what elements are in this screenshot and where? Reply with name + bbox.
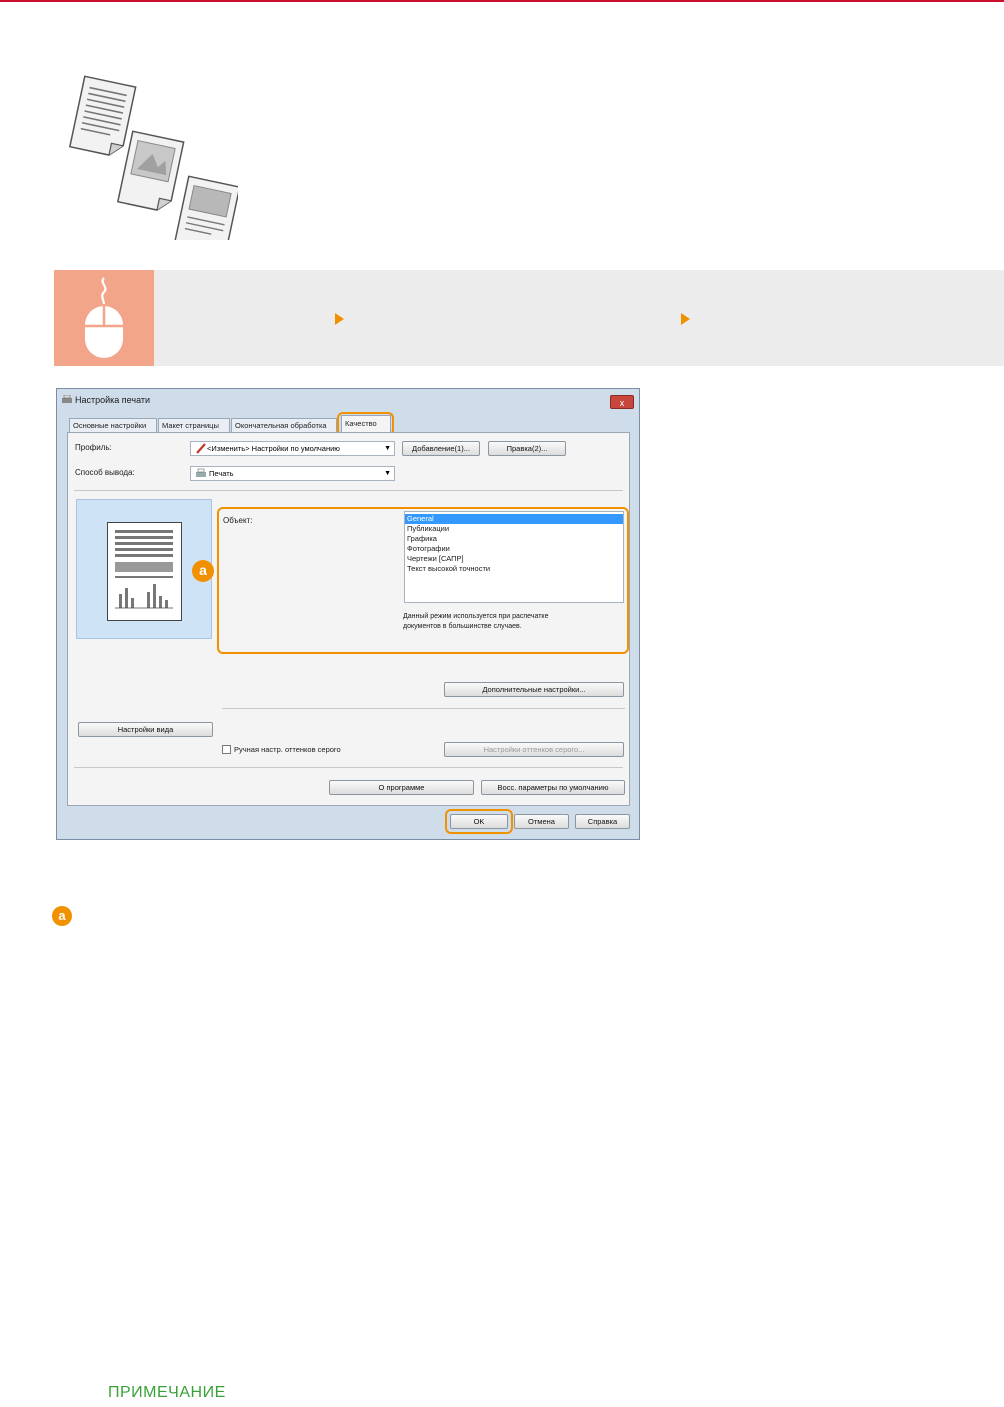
operation-bar xyxy=(54,270,1004,366)
dialog-title: Настройка печати xyxy=(75,395,151,405)
chevron-down-icon: ▼ xyxy=(384,445,391,452)
chevron-down-icon: ▼ xyxy=(384,470,391,477)
gray-settings-button[interactable]: Настройки оттенков серого... xyxy=(444,742,624,757)
list-item[interactable]: General xyxy=(405,514,623,524)
profile-label: Профиль: xyxy=(75,443,112,452)
ok-button-highlight xyxy=(445,809,513,834)
tab-page-layout[interactable]: Макет страницы xyxy=(158,418,230,432)
quality-panel: Профиль: <Изменить> Настройки по умолчан… xyxy=(67,432,630,806)
profile-value: <Изменить> Настройки по умолчанию xyxy=(207,444,340,453)
description-line-1: Данный режим используется при распечатке xyxy=(403,613,549,620)
divider xyxy=(74,490,623,491)
about-button[interactable]: О программе xyxy=(329,780,474,795)
list-item[interactable]: Графика xyxy=(405,534,623,544)
manual-gray-label: Ручная настр. оттенков серого xyxy=(234,745,341,754)
restore-defaults-button[interactable]: Восс. параметры по умолчанию xyxy=(481,780,625,795)
object-listbox[interactable]: General Публикации Графика Фотографии Че… xyxy=(404,511,624,603)
print-settings-dialog: Настройка печати x Основные настройки Ма… xyxy=(56,388,640,840)
documents-illustration-icon xyxy=(68,75,238,240)
output-method-label: Способ вывода: xyxy=(75,468,135,477)
cancel-button[interactable]: Отмена xyxy=(514,814,569,829)
view-settings-button[interactable]: Настройки вида xyxy=(78,722,213,737)
printer-icon xyxy=(196,468,206,477)
object-label: Объект: xyxy=(223,516,253,525)
output-method-select[interactable]: Печать ▼ xyxy=(190,466,395,481)
divider xyxy=(222,708,625,709)
arrow-right-icon xyxy=(681,313,690,325)
list-item[interactable]: Публикации xyxy=(405,524,623,534)
pencil-icon xyxy=(196,443,206,454)
output-method-value: Печать xyxy=(209,469,234,478)
list-item[interactable]: Текст высокой точности xyxy=(405,564,623,574)
page-preview-icon xyxy=(107,522,182,621)
note-heading: ПРИМЕЧАНИЕ xyxy=(108,1384,226,1401)
profile-select[interactable]: <Изменить> Настройки по умолчанию ▼ xyxy=(190,441,395,456)
list-item[interactable]: Чертежи [САПР] xyxy=(405,554,623,564)
top-rule xyxy=(0,0,1004,2)
mouse-icon-box xyxy=(54,270,154,366)
help-button[interactable]: Справка xyxy=(575,814,630,829)
close-button[interactable]: x xyxy=(610,395,634,409)
legend-marker-a: a xyxy=(52,906,72,926)
divider xyxy=(74,767,623,768)
advanced-settings-button[interactable]: Дополнительные настройки... xyxy=(444,682,624,697)
add-profile-button[interactable]: Добавление(1)... xyxy=(402,441,480,456)
arrow-right-icon xyxy=(335,313,344,325)
edit-profile-button[interactable]: Правка(2)... xyxy=(488,441,566,456)
tab-basic[interactable]: Основные настройки xyxy=(69,418,157,432)
printer-icon xyxy=(62,395,72,403)
manual-gray-checkbox[interactable] xyxy=(222,745,231,754)
mouse-icon xyxy=(85,277,123,358)
callout-marker-a: a xyxy=(192,560,214,582)
tab-finishing[interactable]: Окончательная обработка xyxy=(231,418,337,432)
list-item[interactable]: Фотографии xyxy=(405,544,623,554)
description-line-2: документов в большинстве случаев. xyxy=(403,623,522,630)
